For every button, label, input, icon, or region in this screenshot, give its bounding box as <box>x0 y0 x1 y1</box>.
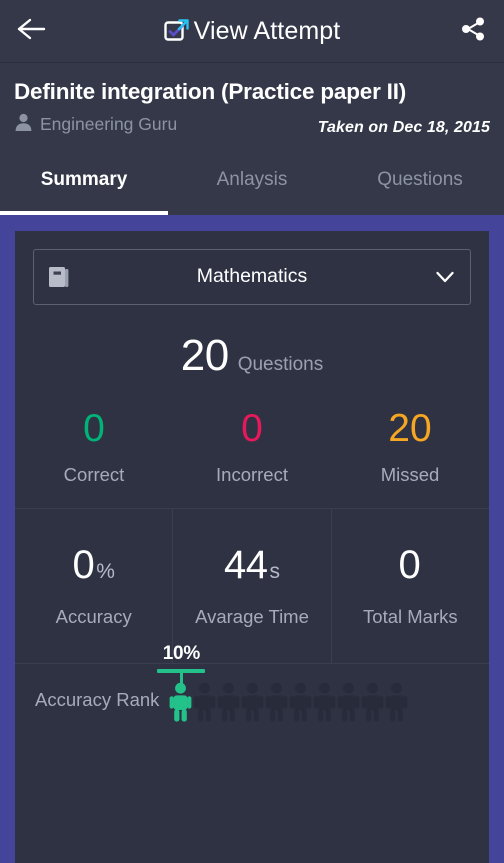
summary-body: Mathematics 20 Questions 0 Correct 0 Inc… <box>0 214 504 863</box>
tab-questions[interactable]: Questions <box>336 149 504 215</box>
stat-accuracy-unit: % <box>96 560 115 584</box>
share-icon <box>460 16 486 47</box>
result-breakdown-row: 0 Correct 0 Incorrect 20 Missed <box>15 409 489 508</box>
tab-summary-label: Summary <box>40 168 128 190</box>
person-figure-icon <box>193 682 216 722</box>
accuracy-rank-row: Accuracy Rank 10% <box>15 644 489 722</box>
stat-total-marks-value: 0 <box>398 543 421 588</box>
stat-incorrect-label: Incorrect <box>216 463 288 485</box>
author-block: Engineering Guru <box>14 113 177 137</box>
performance-grid: 0 % Accuracy 44 s Avarage Time 0 Total M… <box>15 507 489 664</box>
person-figure-icon <box>361 682 384 722</box>
top-app-bar: View Attempt <box>0 0 504 63</box>
stat-average-time: 44 s Avarage Time <box>172 508 330 663</box>
taken-on-date: Taken on Dec 18, 2015 <box>317 118 490 136</box>
stat-average-time-label: Avarage Time <box>195 606 309 628</box>
share-button[interactable] <box>442 0 504 62</box>
stat-total-marks-value-group: 0 <box>398 543 422 588</box>
tab-questions-label: Questions <box>377 168 463 190</box>
person-figure-icon <box>169 682 192 722</box>
stat-missed-label: Missed <box>380 463 440 485</box>
stat-correct: 0 Correct <box>15 409 173 486</box>
top-bar-title: View Attempt <box>193 16 341 45</box>
accuracy-rank-label: Accuracy Rank <box>35 688 160 710</box>
view-attempt-screen: View Attempt Definite integration (Pract… <box>0 0 504 863</box>
book-icon <box>48 265 70 289</box>
accuracy-rank-marker: 10% <box>155 644 207 684</box>
person-figure-icon <box>337 682 360 722</box>
stat-incorrect: 0 Incorrect <box>173 409 331 486</box>
accuracy-rank-marker-stem <box>179 672 183 684</box>
accuracy-rank-percent: 10% <box>162 642 201 664</box>
person-figure-icon <box>265 682 288 722</box>
stat-correct-value: 0 <box>83 406 105 450</box>
tab-analysis-label: Anlaysis <box>216 168 288 190</box>
question-count: 20 Questions <box>15 305 489 409</box>
stat-accuracy-value: 0 <box>72 543 95 588</box>
subject-select-value: Mathematics <box>196 265 308 288</box>
stat-average-time-value-group: 44 s <box>224 543 280 588</box>
person-figure-icon <box>385 682 408 722</box>
subject-select-wrap: Mathematics <box>15 231 489 305</box>
accuracy-rank-figures: 10% <box>157 644 409 722</box>
app-logo-icon <box>163 18 190 44</box>
person-figure-icon <box>217 682 240 722</box>
question-count-value: 20 <box>180 330 229 380</box>
stat-accuracy-value-group: 0 % <box>72 543 114 588</box>
page-title: Definite integration (Practice paper II) <box>14 79 407 104</box>
question-count-label: Questions <box>237 353 324 375</box>
chevron-down-icon <box>434 266 456 288</box>
tab-bar: Summary Anlaysis Questions <box>0 148 504 215</box>
person-figure-icon <box>241 682 264 722</box>
stat-total-marks: 0 Total Marks <box>330 508 489 663</box>
person-figure-icon <box>289 682 312 722</box>
summary-card: Mathematics 20 Questions 0 Correct 0 Inc… <box>15 230 489 863</box>
stat-accuracy-label: Accuracy <box>55 606 132 628</box>
attempt-meta-row: Engineering Guru Taken on Dec 18, 2015 <box>14 113 490 137</box>
author-name: Engineering Guru <box>40 114 178 135</box>
stat-accuracy: 0 % Accuracy <box>15 509 172 663</box>
person-icon <box>14 113 33 137</box>
arrow-left-icon <box>16 17 46 46</box>
stat-correct-label: Correct <box>63 463 125 485</box>
stat-missed-value: 20 <box>388 406 432 450</box>
attempt-header: Definite integration (Practice paper II)… <box>0 63 504 149</box>
stat-missed: 20 Missed <box>331 409 489 486</box>
stat-average-time-unit: s <box>269 560 280 584</box>
top-bar-title-group: View Attempt <box>0 0 504 62</box>
back-button[interactable] <box>0 0 62 62</box>
tab-summary[interactable]: Summary <box>0 149 168 215</box>
stat-total-marks-label: Total Marks <box>363 606 458 628</box>
stat-incorrect-value: 0 <box>241 406 263 450</box>
subject-select[interactable]: Mathematics <box>33 248 471 305</box>
tab-analysis[interactable]: Anlaysis <box>168 149 336 215</box>
person-figure-icon <box>313 682 336 722</box>
stat-average-time-value: 44 <box>223 543 268 588</box>
